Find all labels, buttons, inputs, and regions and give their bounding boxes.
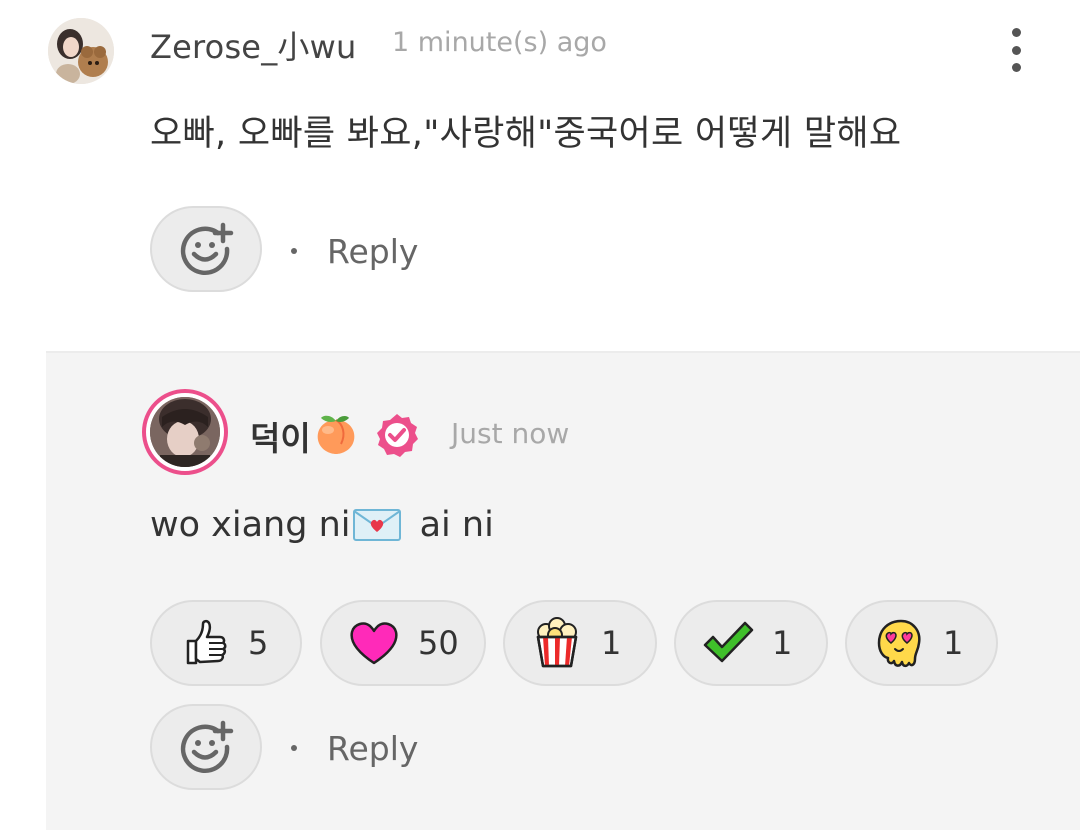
separator-dot	[291, 248, 297, 254]
reaction-heart-eyes[interactable]: 1	[845, 600, 998, 686]
reaction-count: 5	[248, 624, 269, 662]
reaction-count: 1	[772, 624, 793, 662]
separator-dot	[291, 745, 297, 751]
reply-text-part: wo xiang ni	[150, 505, 351, 545]
reaction-count: 50	[418, 624, 459, 662]
peach-emoji-icon	[317, 415, 355, 454]
timestamp: Just now	[451, 417, 570, 450]
avatar[interactable]	[48, 18, 114, 84]
username[interactable]: Zerose_小wu	[150, 22, 356, 68]
heart-eyes-face-icon	[877, 619, 921, 668]
reply-text: wo xiang ni ai ni	[150, 505, 494, 545]
avatar[interactable]	[142, 389, 228, 475]
reply-text-part: ai ni	[408, 505, 494, 545]
add-reaction-icon	[180, 222, 234, 275]
reply-button[interactable]: Reply	[327, 729, 418, 768]
comment-text: 오빠, 오빠를 봐요,"사랑해"중국어로 어떻게 말해요	[150, 114, 902, 154]
reaction-thumbs-up[interactable]: 5	[150, 600, 302, 686]
add-reaction-icon	[180, 720, 234, 773]
reaction-popcorn[interactable]: 1	[503, 600, 657, 686]
check-icon	[703, 621, 754, 663]
add-reaction-button[interactable]	[150, 704, 262, 790]
comment: Zerose_小wu 1 minute(s) ago 오빠, 오빠를 봐요,"사…	[0, 0, 1080, 352]
popcorn-icon	[536, 617, 578, 668]
heart-icon	[350, 622, 398, 665]
reply-button[interactable]: Reply	[327, 232, 418, 271]
comment-thread: Zerose_小wu 1 minute(s) ago 오빠, 오빠를 봐요,"사…	[0, 0, 1080, 830]
reaction-count: 1	[601, 624, 622, 662]
timestamp: 1 minute(s) ago	[392, 27, 607, 58]
thumbs-up-icon	[186, 619, 227, 665]
reaction-count: 1	[943, 624, 964, 662]
reaction-check[interactable]: 1	[674, 600, 828, 686]
love-letter-icon	[353, 509, 402, 541]
verified-badge-icon	[377, 414, 418, 457]
username[interactable]: 덕이	[250, 412, 311, 460]
add-reaction-button[interactable]	[150, 206, 262, 292]
more-options-icon[interactable]	[1000, 24, 1032, 76]
reaction-heart[interactable]: 50	[320, 600, 486, 686]
